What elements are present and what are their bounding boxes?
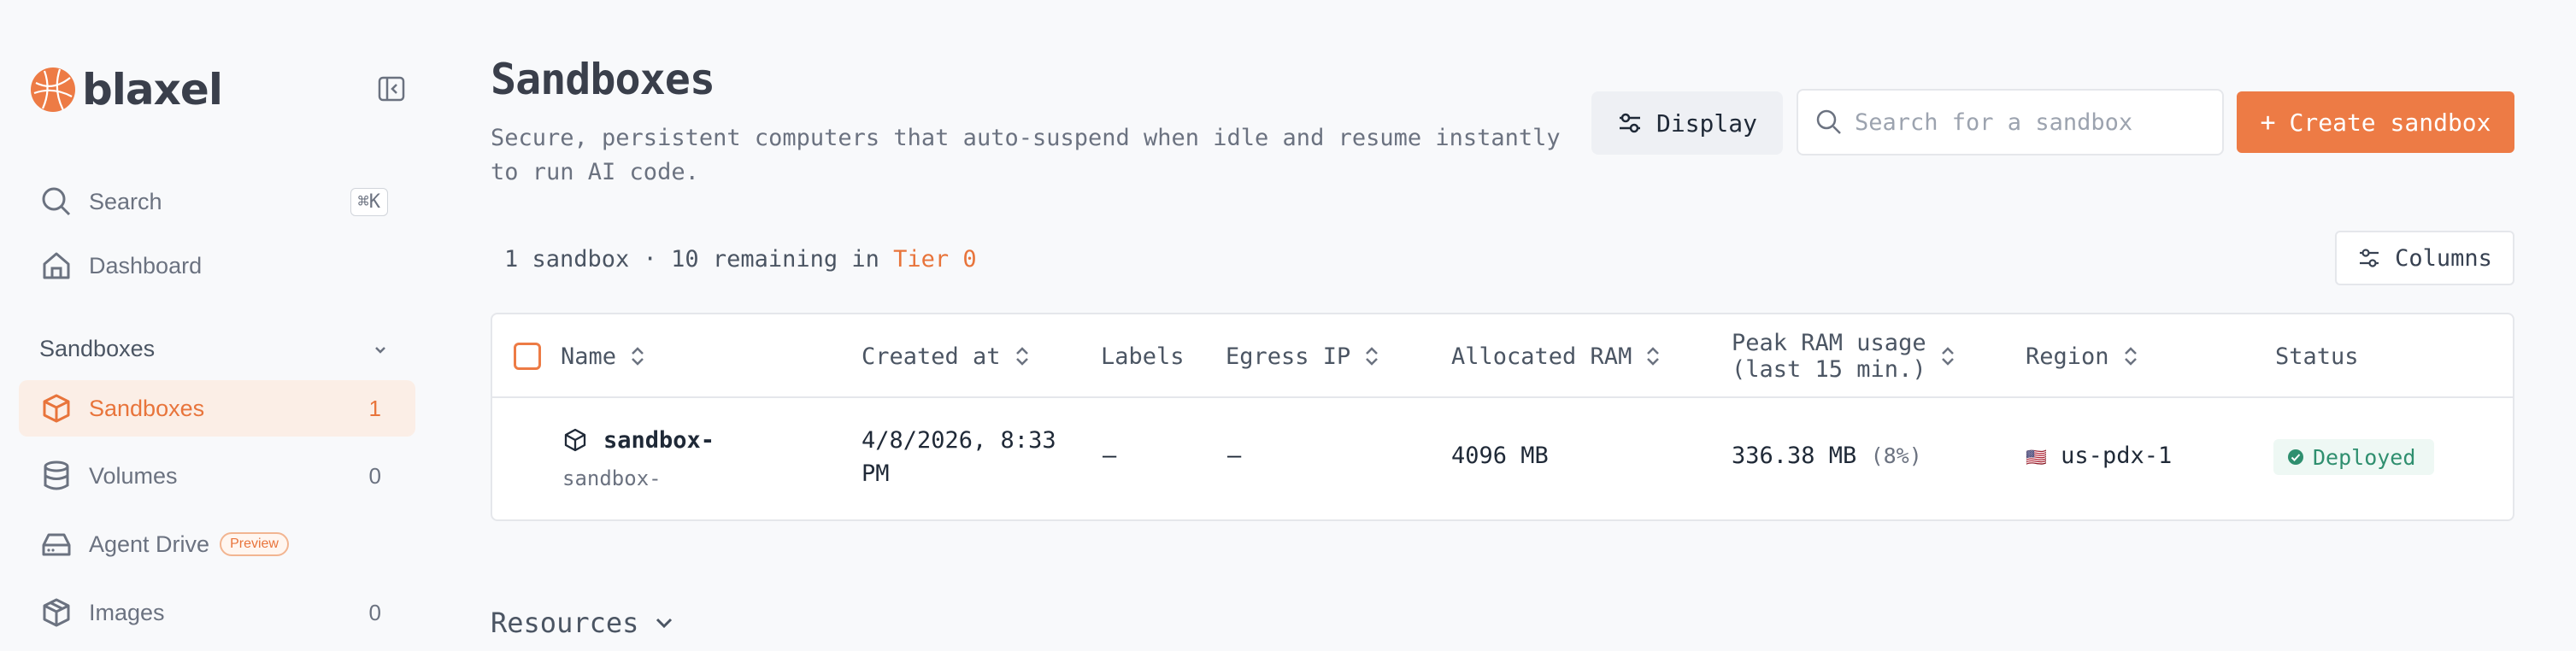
chevron-down-icon xyxy=(375,346,385,354)
sliders-icon xyxy=(2360,249,2379,267)
sidebar-item-count: 0 xyxy=(368,462,381,489)
column-header-allocated-ram[interactable]: Allocated RAM xyxy=(1451,314,1662,398)
us-flag-icon: 🇺🇸 xyxy=(2026,447,2047,467)
sidebar-item-label: Images xyxy=(89,599,165,625)
created-period: PM xyxy=(862,460,890,487)
resources-toggle[interactable]: Resources xyxy=(491,607,676,639)
sidebar-search-label: Search xyxy=(89,188,162,214)
column-header-region[interactable]: Region xyxy=(2026,314,2140,398)
sidebar-item-count: 0 xyxy=(368,599,381,625)
brand-logo[interactable]: blaxel xyxy=(29,65,223,114)
allocated-ram-cell: 4096 MB xyxy=(1451,443,1549,469)
sidebar-item-label: Agent Drive xyxy=(89,531,210,557)
display-button-label: Display xyxy=(1656,108,1757,138)
select-all-checkbox[interactable] xyxy=(514,343,541,370)
sidebar-item-images[interactable]: Images 0 xyxy=(19,584,415,641)
tier-link[interactable]: Tier 0 xyxy=(893,246,977,273)
sidebar: blaxel Search ⌘K Dashboard Sandboxes San… xyxy=(0,0,436,651)
column-label: Peak RAM usage (last 15 min.) xyxy=(1732,330,1926,383)
region-value: us-pdx-1 xyxy=(2061,443,2173,469)
resources-label: Resources xyxy=(491,607,639,639)
status-label: Deployed xyxy=(2313,444,2416,470)
egress-ip-cell: – xyxy=(1227,443,1242,469)
created-at: 4/8/2026, 8:33 PM xyxy=(862,424,1056,490)
sort-icon xyxy=(1647,347,1660,366)
display-button[interactable]: Display xyxy=(1591,91,1783,155)
column-header-name[interactable]: Name xyxy=(561,314,647,398)
sandbox-search[interactable] xyxy=(1797,89,2224,155)
column-header-status: Status xyxy=(2275,314,2359,398)
sidebar-search[interactable]: Search ⌘K xyxy=(19,173,415,230)
column-header-peak-ram[interactable]: Peak RAM usage (last 15 min.) xyxy=(1732,314,1957,398)
sort-icon xyxy=(632,347,644,366)
cube-icon xyxy=(39,391,74,425)
summary-text: 1 sandbox · 10 remaining in xyxy=(504,246,894,273)
blaxel-logo-icon xyxy=(31,67,75,112)
peak-ram-percent: (8%) xyxy=(1870,443,1922,468)
peak-ram-cell: 336.38 MB (8%) xyxy=(1732,443,1922,469)
check-circle-icon xyxy=(2288,449,2303,465)
create-sandbox-button[interactable]: + Create sandbox xyxy=(2237,91,2514,153)
sidebar-section-sandboxes[interactable]: Sandboxes xyxy=(39,336,390,362)
column-label: Labels xyxy=(1101,343,1185,370)
sort-icon xyxy=(1366,347,1379,366)
column-label: Region xyxy=(2026,343,2109,370)
column-label: Status xyxy=(2275,343,2359,370)
sort-icon xyxy=(2124,347,2137,366)
sidebar-item-label: Volumes xyxy=(89,462,178,489)
status-badge: Deployed xyxy=(2273,439,2435,475)
search-icon xyxy=(1816,109,1841,134)
cube-icon xyxy=(564,428,586,452)
section-label: Sandboxes xyxy=(39,336,156,361)
sidebar-collapse-icon[interactable] xyxy=(376,73,407,104)
column-label: Egress IP xyxy=(1226,343,1351,370)
plus-icon: + xyxy=(2260,107,2276,138)
search-icon xyxy=(39,185,74,219)
sidebar-item-agent-drive[interactable]: Agent Drive Preview xyxy=(19,516,415,572)
sandbox-count-summary: 1 sandbox · 10 remaining in Tier 0 xyxy=(504,246,977,273)
page-description: Secure, persistent computers that auto-s… xyxy=(491,125,1561,185)
table-header: Name Created at Labels Egress IP Allocat… xyxy=(492,314,2513,398)
brand-name: blaxel xyxy=(82,65,223,114)
sandbox-id: sandbox- xyxy=(562,466,662,490)
sidebar-item-label: Sandboxes xyxy=(89,395,205,421)
sandbox-name[interactable]: sandbox- xyxy=(603,427,715,454)
sliders-icon xyxy=(1619,113,1640,133)
columns-button[interactable]: Columns xyxy=(2335,231,2514,285)
columns-button-label: Columns xyxy=(2395,244,2492,272)
home-icon xyxy=(39,249,74,283)
column-label: Name xyxy=(561,343,617,370)
labels-cell: – xyxy=(1103,443,1117,469)
sandbox-search-input[interactable] xyxy=(1855,108,2197,136)
chevron-down-icon xyxy=(656,618,673,629)
database-icon xyxy=(39,459,74,493)
search-shortcut: ⌘K xyxy=(350,187,388,216)
drive-icon xyxy=(39,527,74,561)
column-label-line2: (last 15 min.) xyxy=(1732,356,1926,383)
region-cell: 🇺🇸 us-pdx-1 xyxy=(2026,443,2172,469)
column-label-line1: Peak RAM usage xyxy=(1732,330,1926,356)
sidebar-item-label: Dashboard xyxy=(89,252,203,279)
sandboxes-table: Name Created at Labels Egress IP Allocat… xyxy=(491,313,2514,521)
column-label: Allocated RAM xyxy=(1451,343,1632,370)
created-date: 4/8/2026, 8:33 xyxy=(862,427,1056,454)
sidebar-item-dashboard[interactable]: Dashboard xyxy=(19,238,415,294)
column-label: Created at xyxy=(862,343,1001,370)
peak-ram-value: 336.38 MB xyxy=(1732,443,1857,469)
column-header-created[interactable]: Created at xyxy=(862,314,1032,398)
page-title: Sandboxes xyxy=(491,55,715,104)
sidebar-item-sandboxes[interactable]: Sandboxes 1 xyxy=(19,380,415,437)
preview-badge: Preview xyxy=(220,532,289,556)
sidebar-item-volumes[interactable]: Volumes 0 xyxy=(19,448,415,504)
column-header-egress[interactable]: Egress IP xyxy=(1226,314,1381,398)
column-header-labels: Labels xyxy=(1101,314,1185,398)
sidebar-item-count: 1 xyxy=(368,395,381,421)
sort-icon xyxy=(1941,347,1954,366)
create-sandbox-label: Create sandbox xyxy=(2289,108,2491,137)
package-icon xyxy=(39,595,74,630)
sort-icon xyxy=(1015,347,1028,366)
